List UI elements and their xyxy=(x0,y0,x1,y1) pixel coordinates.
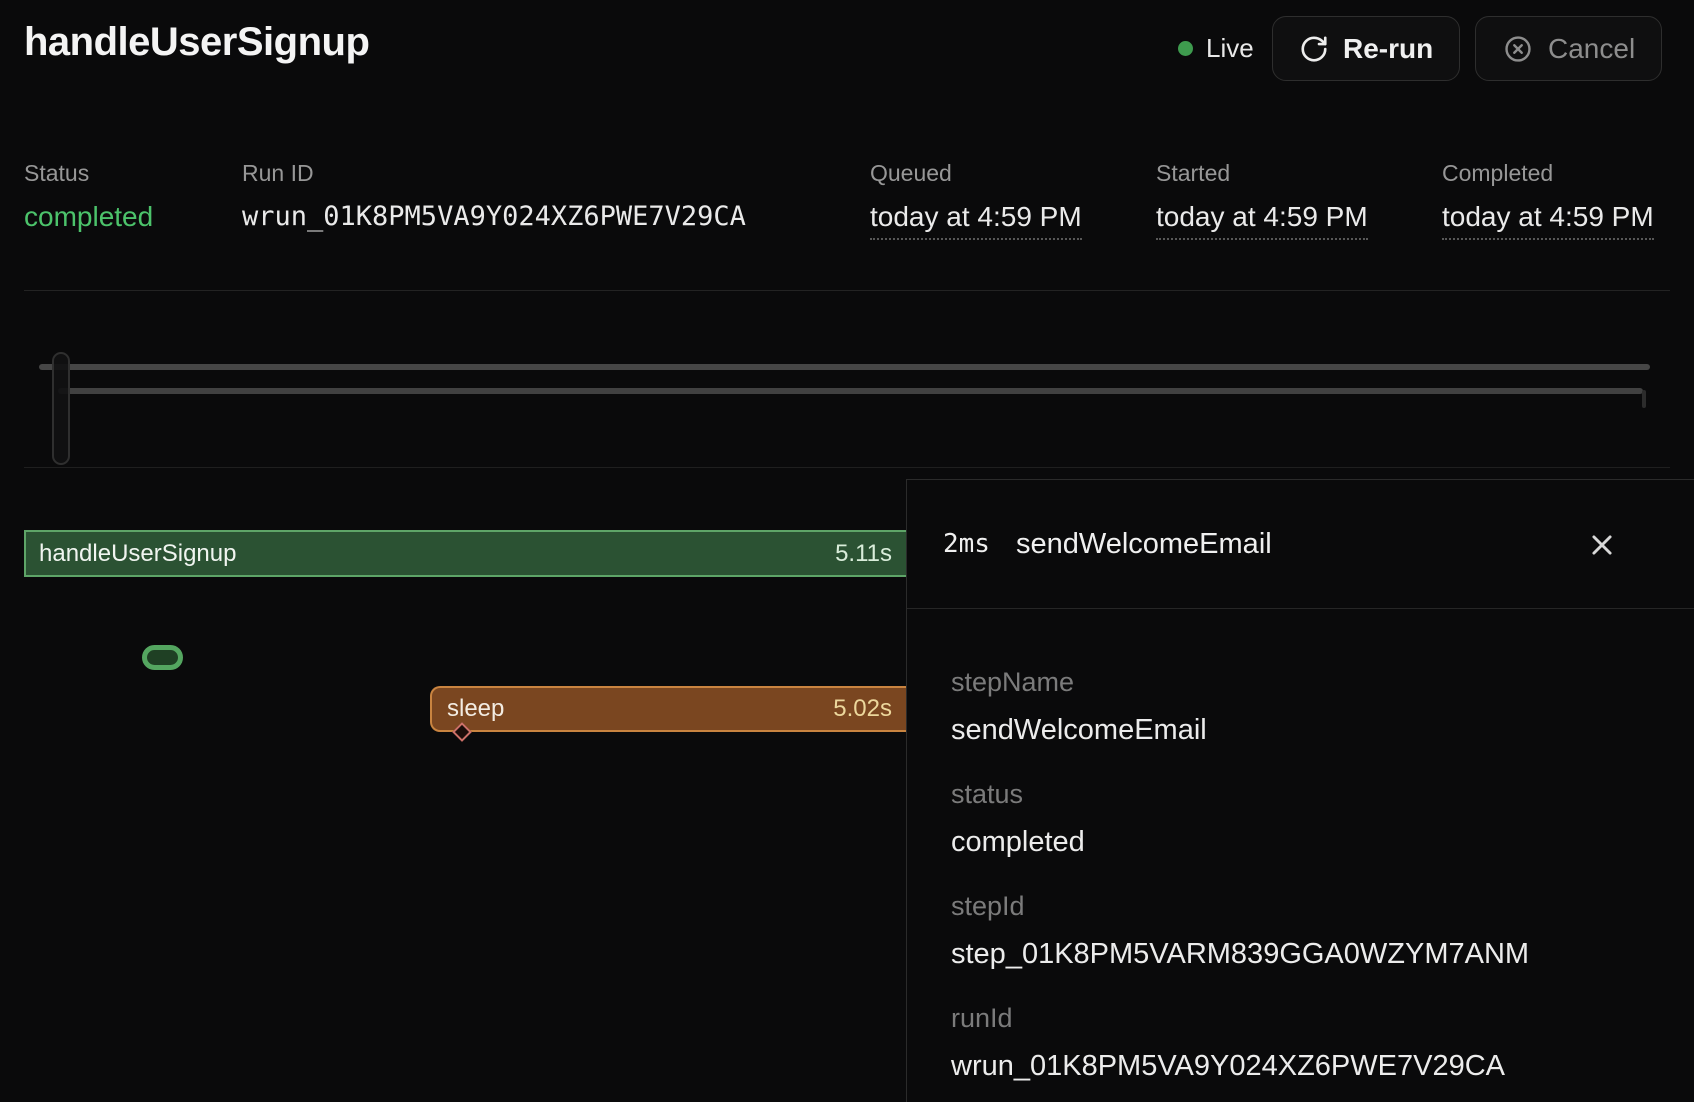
refresh-icon xyxy=(1299,34,1329,64)
cancel-button[interactable]: Cancel xyxy=(1475,16,1662,81)
field-stepname: stepName sendWelcomeEmail xyxy=(951,669,1654,744)
field-label: stepId xyxy=(951,893,1654,920)
status-value: completed xyxy=(24,199,153,235)
queued-label: Queued xyxy=(870,160,1082,186)
close-icon xyxy=(1587,530,1617,560)
gantt-divider xyxy=(24,467,1670,468)
field-label: runId xyxy=(951,1005,1654,1032)
meta-queued: Queued today at 4:59 PM xyxy=(870,160,1082,240)
field-value: wrun_01K8PM5VA9Y024XZ6PWE7V29CA xyxy=(951,1052,1654,1080)
meta-completed: Completed today at 4:59 PM xyxy=(1442,160,1654,240)
rerun-label: Re-run xyxy=(1343,33,1433,65)
live-dot-icon xyxy=(1178,41,1193,56)
workflow-run-page: handleUserSignup Live Re-run Cancel Stat… xyxy=(0,0,1694,1102)
sleep-bar-duration: 5.02s xyxy=(833,695,892,723)
step-detail-panel: 2ms sendWelcomeEmail stepName sendWelcom… xyxy=(906,479,1694,1102)
rerun-button[interactable]: Re-run xyxy=(1272,16,1460,81)
minimap-span-sleep[interactable] xyxy=(58,388,1643,394)
run-id-label: Run ID xyxy=(242,160,746,186)
field-value: sendWelcomeEmail xyxy=(951,716,1654,744)
cancel-circle-icon xyxy=(1502,33,1534,65)
started-value[interactable]: today at 4:59 PM xyxy=(1156,199,1368,240)
cancel-label: Cancel xyxy=(1548,33,1635,65)
field-value: step_01K8PM5VARM839GGA0WZYM7ANM xyxy=(951,940,1654,968)
step-duration-badge: 2ms xyxy=(943,529,990,559)
step-detail-header: 2ms sendWelcomeEmail xyxy=(907,480,1694,609)
step-detail-title: sendWelcomeEmail xyxy=(1016,528,1272,561)
run-id-value: wrun_01K8PM5VA9Y024XZ6PWE7V29CA xyxy=(242,199,746,235)
gantt-bar-workflow[interactable]: handleUserSignup 5.11s xyxy=(24,530,906,577)
field-runid: runId wrun_01K8PM5VA9Y024XZ6PWE7V29CA xyxy=(951,1005,1654,1080)
completed-value[interactable]: today at 4:59 PM xyxy=(1442,199,1654,240)
field-value: completed xyxy=(951,828,1654,856)
close-panel-button[interactable] xyxy=(1581,524,1623,566)
started-label: Started xyxy=(1156,160,1368,186)
field-label: stepName xyxy=(951,669,1654,696)
field-status: status completed xyxy=(951,781,1654,856)
live-indicator: Live xyxy=(1178,33,1254,64)
minimap-right-handle[interactable] xyxy=(1642,390,1646,408)
meta-started: Started today at 4:59 PM xyxy=(1156,160,1368,240)
minimap-brush-handle[interactable] xyxy=(52,352,70,465)
gantt-bar-sleep[interactable]: sleep 5.02s xyxy=(430,686,906,732)
field-label: status xyxy=(951,781,1654,808)
queued-value[interactable]: today at 4:59 PM xyxy=(870,199,1082,240)
step-detail-body: stepName sendWelcomeEmail status complet… xyxy=(907,609,1694,1080)
status-label: Status xyxy=(24,160,153,186)
minimap-span-workflow[interactable] xyxy=(39,364,1650,370)
workflow-bar-label: handleUserSignup xyxy=(39,540,236,568)
workflow-bar-duration: 5.11s xyxy=(835,540,892,568)
sleep-bar-label: sleep xyxy=(447,695,504,723)
meta-divider xyxy=(24,290,1670,291)
meta-run-id: Run ID wrun_01K8PM5VA9Y024XZ6PWE7V29CA xyxy=(242,160,746,235)
completed-label: Completed xyxy=(1442,160,1654,186)
live-label: Live xyxy=(1206,33,1254,64)
meta-status: Status completed xyxy=(24,160,153,235)
gantt-step-pill-sendwelcomeemail[interactable] xyxy=(142,645,183,670)
field-stepid: stepId step_01K8PM5VARM839GGA0WZYM7ANM xyxy=(951,893,1654,968)
page-title: handleUserSignup xyxy=(24,20,369,65)
